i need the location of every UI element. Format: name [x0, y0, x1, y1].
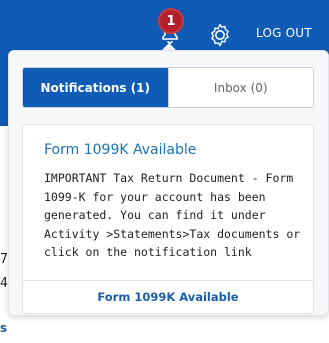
settings-button[interactable] [206, 21, 234, 49]
notification-count-badge: 1 [158, 8, 184, 34]
page-fragment-link[interactable]: s [0, 321, 7, 335]
logout-link[interactable]: LOG OUT [256, 26, 312, 40]
notification-body: IMPORTANT Tax Return Document - Form 109… [44, 171, 301, 259]
tab-notifications[interactable]: Notifications (1) [23, 68, 168, 107]
page-fragment-text: 4 [0, 276, 8, 291]
notifications-tabs: Notifications (1) Inbox (0) [22, 67, 314, 108]
notification-card: Form 1099K Available IMPORTANT Tax Retur… [22, 124, 314, 314]
notification-link[interactable]: Form 1099K Available [23, 290, 313, 304]
card-divider [23, 280, 313, 281]
tab-inbox[interactable]: Inbox (0) [167, 68, 313, 107]
gear-icon [211, 23, 229, 47]
page-fragment-text: 7 [0, 252, 8, 267]
page-background-strip [0, 58, 8, 126]
notification-title[interactable]: Form 1099K Available [44, 142, 196, 158]
